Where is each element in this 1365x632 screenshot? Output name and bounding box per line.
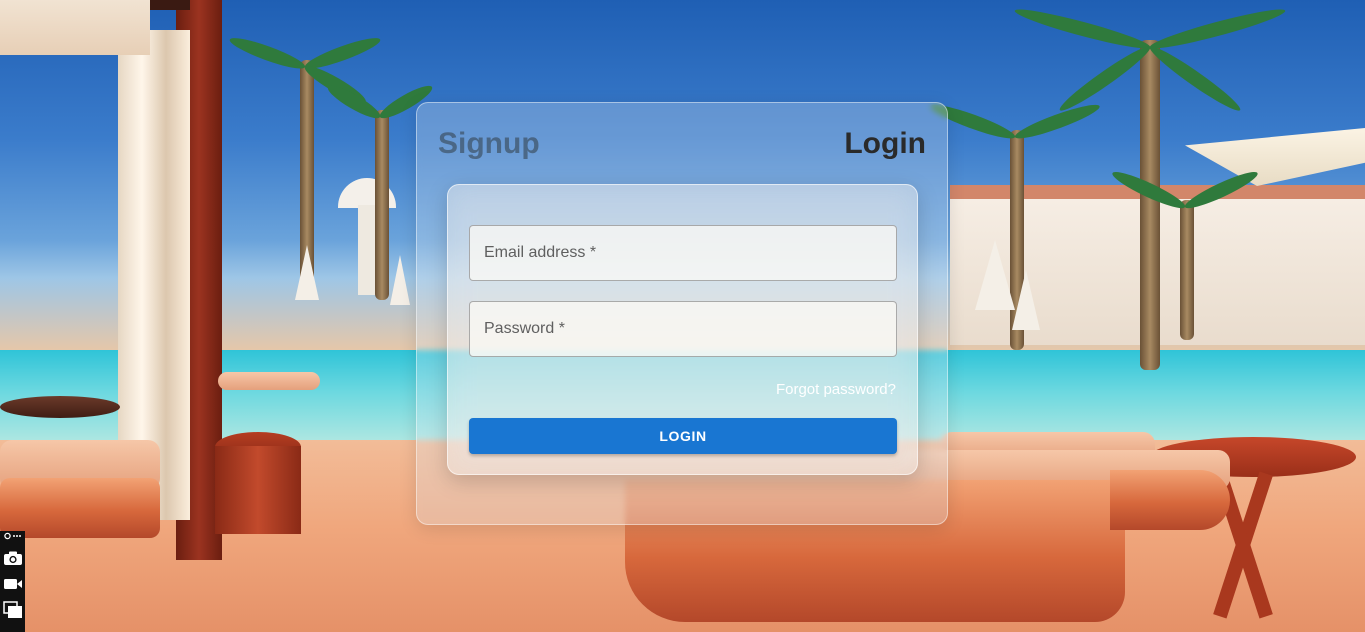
password-field-wrapper [469,301,897,357]
closed-umbrella [295,245,319,300]
deck-chair [218,372,320,390]
tab-login[interactable]: Login [844,127,926,161]
side-table-base [215,446,301,534]
palm-tree [1140,40,1160,370]
auth-card: Signup Login Forgot password? LOGIN [416,102,948,525]
palm-frond [1148,4,1288,54]
tab-signup[interactable]: Signup [438,127,540,161]
windows-icon[interactable] [0,597,25,623]
palm-tree [1180,200,1194,340]
palm-frond [227,33,308,74]
palm-frond [1145,41,1245,116]
camera-icon[interactable] [0,545,25,571]
email-field-wrapper [469,225,897,281]
login-button[interactable]: LOGIN [469,418,897,454]
cabana-canopy [0,0,150,55]
deck-table [0,396,120,418]
password-field[interactable] [470,302,896,356]
palm-tree [375,110,389,300]
closed-umbrella [975,240,1015,310]
closed-umbrella [1012,270,1040,330]
login-form: Forgot password? LOGIN [447,184,918,475]
video-camera-icon[interactable] [0,571,25,597]
capture-toolbar [0,531,25,632]
palm-frond [324,80,384,124]
palm-frond [1012,99,1102,144]
dome-post [358,205,376,295]
closed-umbrella [390,255,410,305]
lounger-end [1110,470,1230,530]
email-field[interactable] [470,226,896,280]
shade-sail [1185,128,1365,186]
forgot-password-link[interactable]: Forgot password? [776,381,896,398]
palm-frond [1012,4,1152,54]
cabana-bed [0,478,160,538]
settings-more-icon[interactable] [3,531,22,545]
